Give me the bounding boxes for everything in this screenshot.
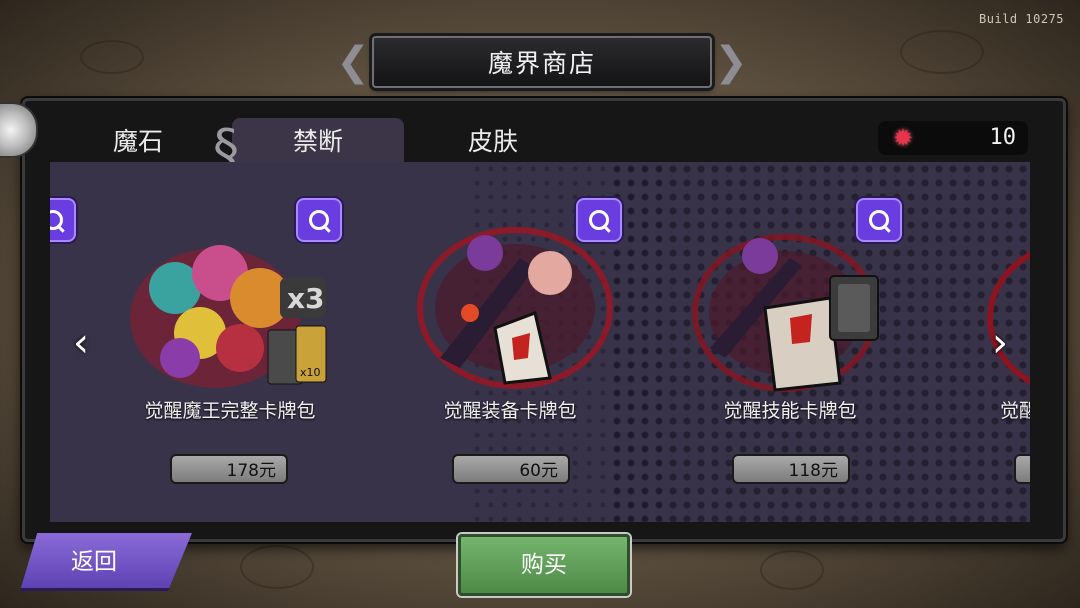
product-card[interactable]: 觉醒技能卡牌包 118元 [650, 162, 930, 522]
equipment-pack-art [417, 227, 613, 389]
back-button[interactable]: 返回 [20, 533, 192, 591]
scroll-pack-art [987, 251, 1030, 385]
product-card-partial[interactable] [50, 162, 76, 522]
skill-pack-art [692, 234, 879, 392]
background-doodle [900, 30, 984, 74]
ornament-icon: ❮ [336, 39, 370, 85]
back-button-label: 返回 [71, 549, 117, 575]
tab-skin[interactable]: 皮肤 [420, 118, 566, 162]
quantity-badge-x3: x3 [287, 282, 325, 315]
price-tag[interactable]: 60元 [452, 454, 570, 484]
page-title: 魔界商店 [487, 49, 596, 78]
background-doodle [240, 545, 314, 589]
red-gem-icon: ✹ [892, 124, 914, 152]
product-card[interactable]: x3 x10 觉醒魔王完整卡牌包 178元 [90, 162, 370, 522]
price-tag[interactable]: 118元 [732, 454, 850, 484]
currency-amount: 10 [989, 125, 1017, 150]
quantity-badge-x10: x10 [300, 366, 321, 379]
background-doodle [80, 40, 144, 74]
background-doodle [760, 550, 824, 590]
next-arrow-icon[interactable]: › [985, 320, 1015, 366]
product-name: 觉醒 [1000, 400, 1030, 422]
build-number: Build 10275 [979, 12, 1064, 26]
product-name: 觉醒魔王完整卡牌包 [144, 400, 316, 422]
prev-arrow-icon[interactable]: ‹ [66, 320, 96, 366]
demon-lord-pack-art: x3 x10 [130, 245, 327, 388]
product-name: 觉醒技能卡牌包 [723, 400, 857, 422]
tab-forbidden[interactable]: 禁断 [232, 118, 404, 162]
magnifier-icon [50, 210, 63, 230]
product-panel: x3 x10 觉醒魔王完整卡牌包 178元 觉醒装备卡牌包 60元 觉醒技能卡牌… [50, 162, 1030, 522]
buy-button[interactable]: 购买 [458, 534, 630, 596]
ornament-icon: ❮ [714, 39, 748, 85]
tab-magic-stone[interactable]: 魔石 [70, 118, 206, 162]
product-name: 觉醒装备卡牌包 [443, 400, 577, 422]
product-card-partial[interactable]: 觉醒 [930, 162, 1030, 522]
price-tag[interactable] [1014, 454, 1030, 484]
product-card[interactable]: 觉醒装备卡牌包 60元 [370, 162, 650, 522]
title-plate: ❮ ❮ 魔界商店 [336, 36, 748, 88]
price-tag[interactable]: 178元 [170, 454, 288, 484]
inspect-button[interactable] [50, 198, 76, 242]
currency-display: ✹ 10 [878, 121, 1028, 155]
